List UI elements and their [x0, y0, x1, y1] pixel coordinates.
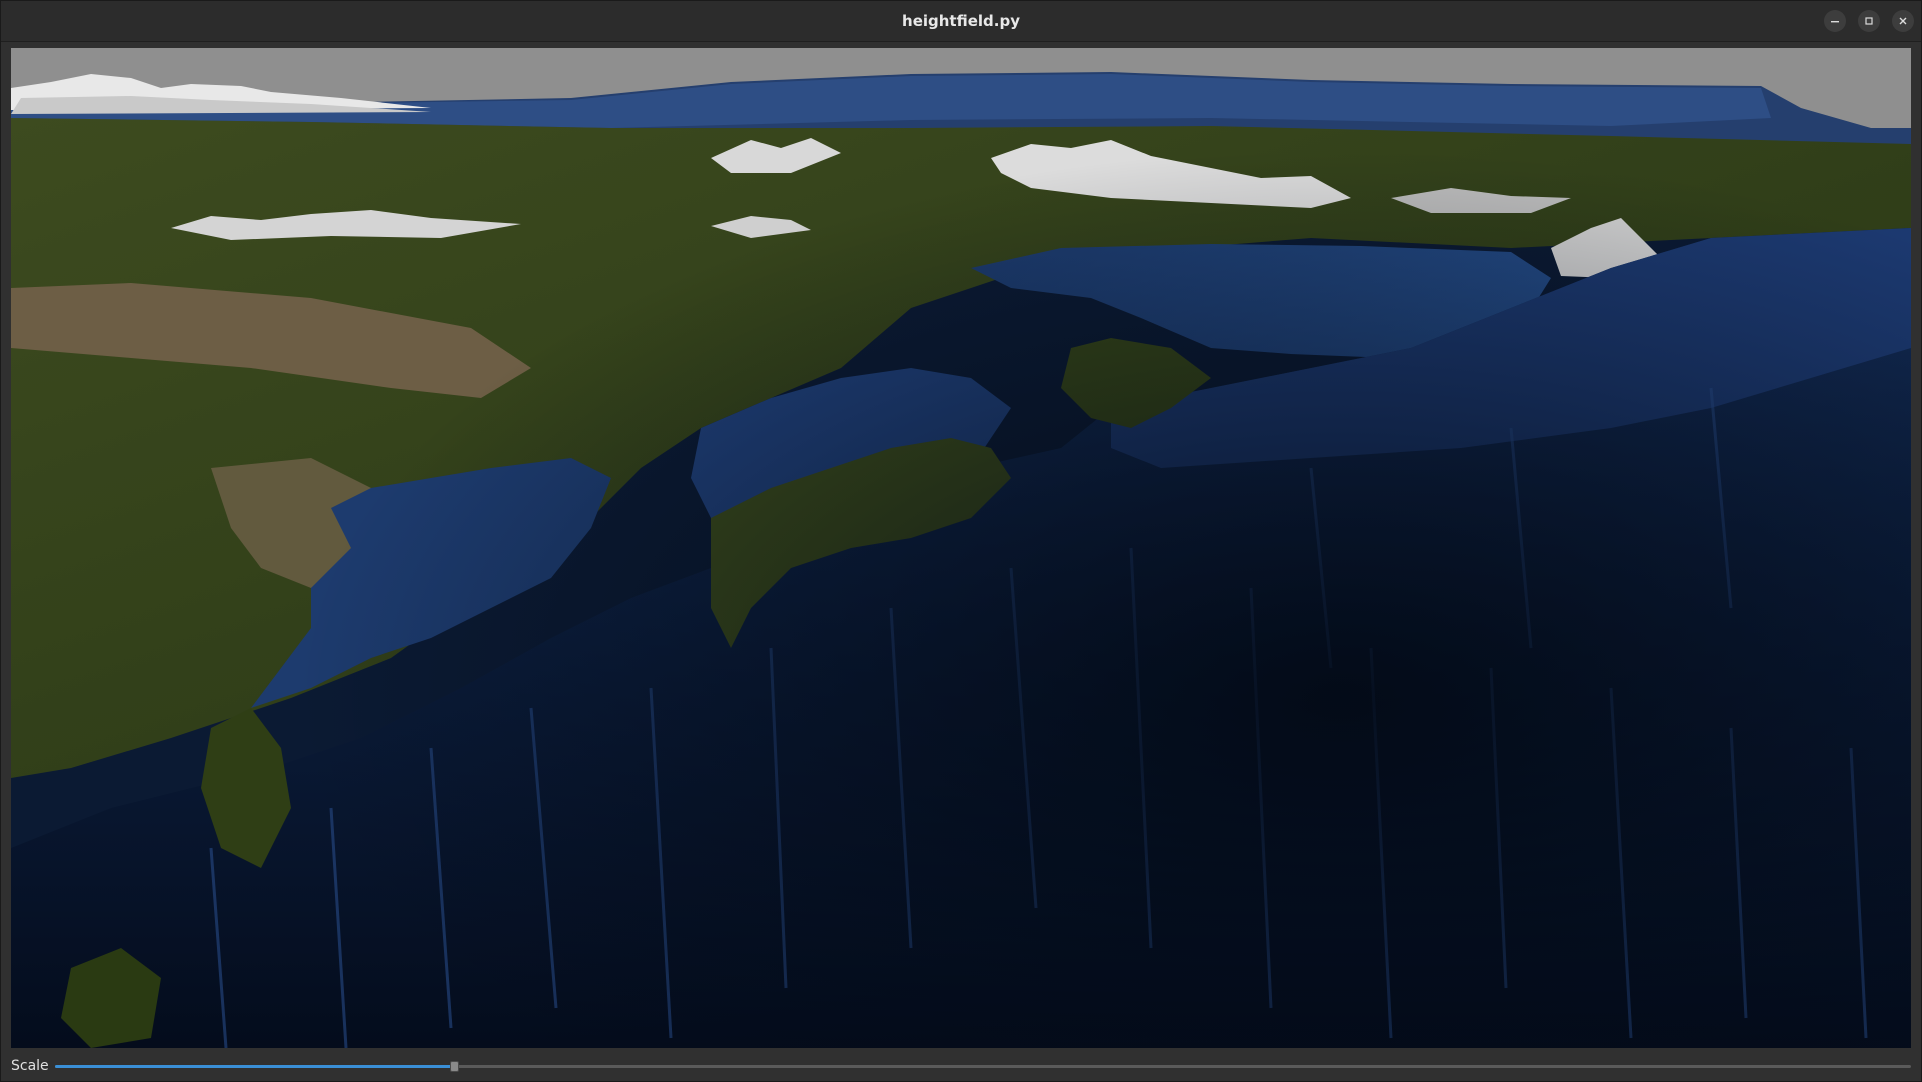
scale-slider[interactable] — [55, 1056, 1911, 1076]
maximize-button[interactable] — [1858, 10, 1880, 32]
minimize-icon — [1830, 16, 1840, 26]
title-bar[interactable]: heightfield.py — [1, 1, 1921, 42]
slider-handle[interactable] — [450, 1061, 459, 1072]
scale-label: Scale — [11, 1058, 49, 1074]
app-window: heightfield.py Scale — [0, 0, 1922, 1082]
terrain-viewport[interactable] — [11, 48, 1911, 1048]
controls-bar: Scale — [1, 1051, 1921, 1081]
terrain-render — [11, 48, 1911, 1048]
close-icon — [1898, 16, 1908, 26]
maximize-icon — [1864, 16, 1874, 26]
minimize-button[interactable] — [1824, 10, 1846, 32]
slider-fill — [55, 1065, 454, 1068]
window-title: heightfield.py — [902, 12, 1020, 30]
close-button[interactable] — [1892, 10, 1914, 32]
